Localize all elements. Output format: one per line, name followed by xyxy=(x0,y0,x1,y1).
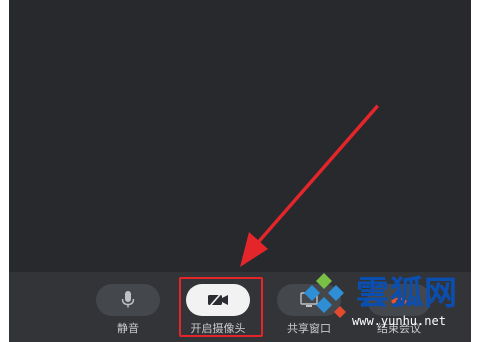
mute-label: 静音 xyxy=(117,322,139,335)
watermark: 雲狐网 www.yunhu.net xyxy=(304,270,480,340)
watermark-logo-icon xyxy=(304,273,346,318)
watermark-url: www.yunhu.net xyxy=(352,314,446,328)
mute-button[interactable]: 静音 xyxy=(96,284,160,335)
microphone-icon xyxy=(121,291,135,308)
video-area xyxy=(9,0,471,272)
mute-button-pill[interactable] xyxy=(96,284,160,316)
camera-highlight-box xyxy=(179,277,263,337)
watermark-title: 雲狐网 xyxy=(356,273,458,312)
meeting-window: 静音 开启摄像头 共享窗口 结束会议 雲狐网 www.yunhu.net xyxy=(0,0,480,342)
